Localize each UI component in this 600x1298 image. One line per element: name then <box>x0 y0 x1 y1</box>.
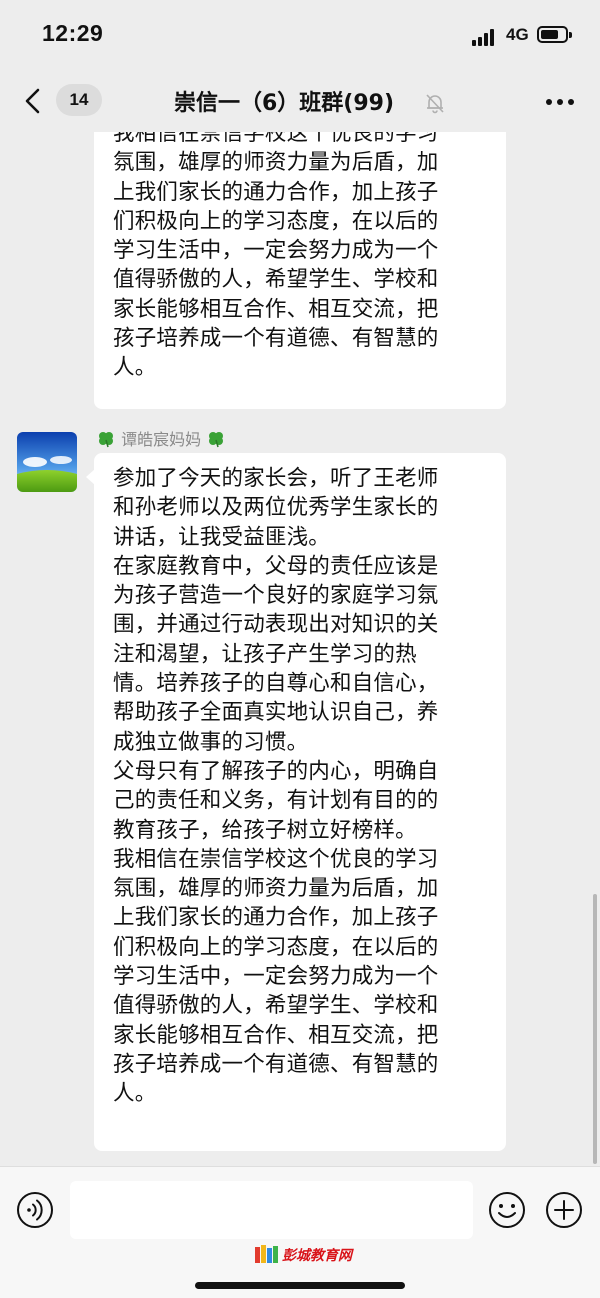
message-line: 己的责任和义务，有计划有目的的 <box>113 788 439 814</box>
message-line: 们积极向上的学习态度，在以后的 <box>113 934 439 960</box>
clover-icon <box>99 432 113 448</box>
chat-area[interactable]: 我相信在崇信学校这个优良的学习 氛围，雄厚的师资力量为后盾，加 上我们家长的通力… <box>0 132 600 1166</box>
message-line: 情。培养孩子的自尊心和自信心， <box>113 671 439 697</box>
message-line: 氛围，雄厚的师资力量为后盾，加 <box>113 876 439 902</box>
message-line: 学习生活中，一定会努力成为一个 <box>113 964 439 990</box>
message-line: 和孙老师以及两位优秀学生家长的 <box>113 495 439 521</box>
message-line: 教育孩子，给孩子树立好榜样。 <box>113 817 417 843</box>
voice-icon[interactable] <box>16 1191 54 1229</box>
message-bubble[interactable]: 我相信在崇信学校这个优良的学习 氛围，雄厚的师资力量为后盾，加 上我们家长的通力… <box>94 132 506 409</box>
status-time: 12:29 <box>42 20 104 46</box>
unread-count-badge: 14 <box>56 84 102 116</box>
message-line: 人。 <box>113 1081 157 1107</box>
battery-icon <box>537 26 572 43</box>
avatar[interactable] <box>17 432 77 492</box>
plus-icon[interactable] <box>545 1191 583 1229</box>
message-line: 人。 <box>113 355 157 381</box>
more-dots-icon[interactable] <box>544 90 576 114</box>
input-bar: 彭城教育网 <box>0 1166 600 1298</box>
sender-name-row: 谭皓宸妈妈 <box>96 426 226 450</box>
message-bubble[interactable]: 参加了今天的家长会，听了王老师 和孙老师以及两位优秀学生家长的 讲话，让我受益匪… <box>86 453 506 1151</box>
message-line: 学习生活中，一定会努力成为一个 <box>113 238 439 264</box>
message-line: 家长能够相互合作、相互交流，把 <box>113 1022 439 1048</box>
message-line: 成独立做事的习惯。 <box>113 729 309 755</box>
chat-title: 崇信一（6）班群(99) <box>174 91 395 116</box>
emoji-icon[interactable] <box>488 1191 526 1229</box>
message-line: 上我们家长的通力合作，加上孩子 <box>113 179 439 205</box>
chevron-left-icon <box>25 88 40 114</box>
message-line: 氛围，雄厚的师资力量为后盾，加 <box>113 150 439 176</box>
sky-landscape-avatar <box>17 432 77 492</box>
message-line: 讲话，让我受益匪浅。 <box>113 524 331 550</box>
message-line: 值得骄傲的人，希望学生、学校和 <box>113 267 439 293</box>
watermark: 彭城教育网 <box>254 1243 352 1265</box>
message-line: 上我们家长的通力合作，加上孩子 <box>113 905 439 931</box>
nav-bar: 14 崇信一（6）班群(99) <box>0 70 600 132</box>
clover-icon <box>209 432 224 448</box>
bell-mute-icon <box>426 94 444 114</box>
message-line: 孩子培养成一个有道德、有智慧的 <box>113 326 439 352</box>
message-line: 们积极向上的学习态度，在以后的 <box>113 208 439 234</box>
scrollbar[interactable] <box>593 894 597 1164</box>
message-line: 家长能够相互合作、相互交流，把 <box>113 296 439 322</box>
message-line: 围，并通过行动表现出对知识的关 <box>113 612 439 638</box>
sender-name: 谭皓宸妈妈 <box>121 430 202 449</box>
message-line: 值得骄傲的人，希望学生、学校和 <box>113 993 439 1019</box>
message-line: 我相信在崇信学校这个优良的学习 <box>113 846 439 872</box>
message-line: 我相信在崇信学校这个优良的学习 <box>113 132 439 146</box>
message-line: 在家庭教育中，父母的责任应该是 <box>113 553 439 579</box>
network-label: 4G <box>506 25 529 44</box>
message-line: 帮助孩子全面真实地认识自己，养 <box>113 700 439 726</box>
message-line: 孩子培养成一个有道德、有智慧的 <box>113 1051 439 1077</box>
message-input[interactable] <box>70 1181 473 1239</box>
signal-icon <box>472 28 500 46</box>
message-line: 父母只有了解孩子的内心，明确自 <box>113 758 439 784</box>
books-logo <box>255 1245 278 1263</box>
message-line: 参加了今天的家长会，听了王老师 <box>113 466 439 491</box>
status-bar: 12:29 4G <box>0 0 600 70</box>
home-indicator[interactable] <box>195 1282 405 1289</box>
watermark-text: 彭城教育网 <box>282 1248 352 1264</box>
message-line: 注和渴望，让孩子产生学习的热 <box>113 641 417 667</box>
back-button[interactable]: 14 <box>20 80 102 122</box>
message-line: 为孩子营造一个良好的家庭学习氛 <box>113 583 439 609</box>
